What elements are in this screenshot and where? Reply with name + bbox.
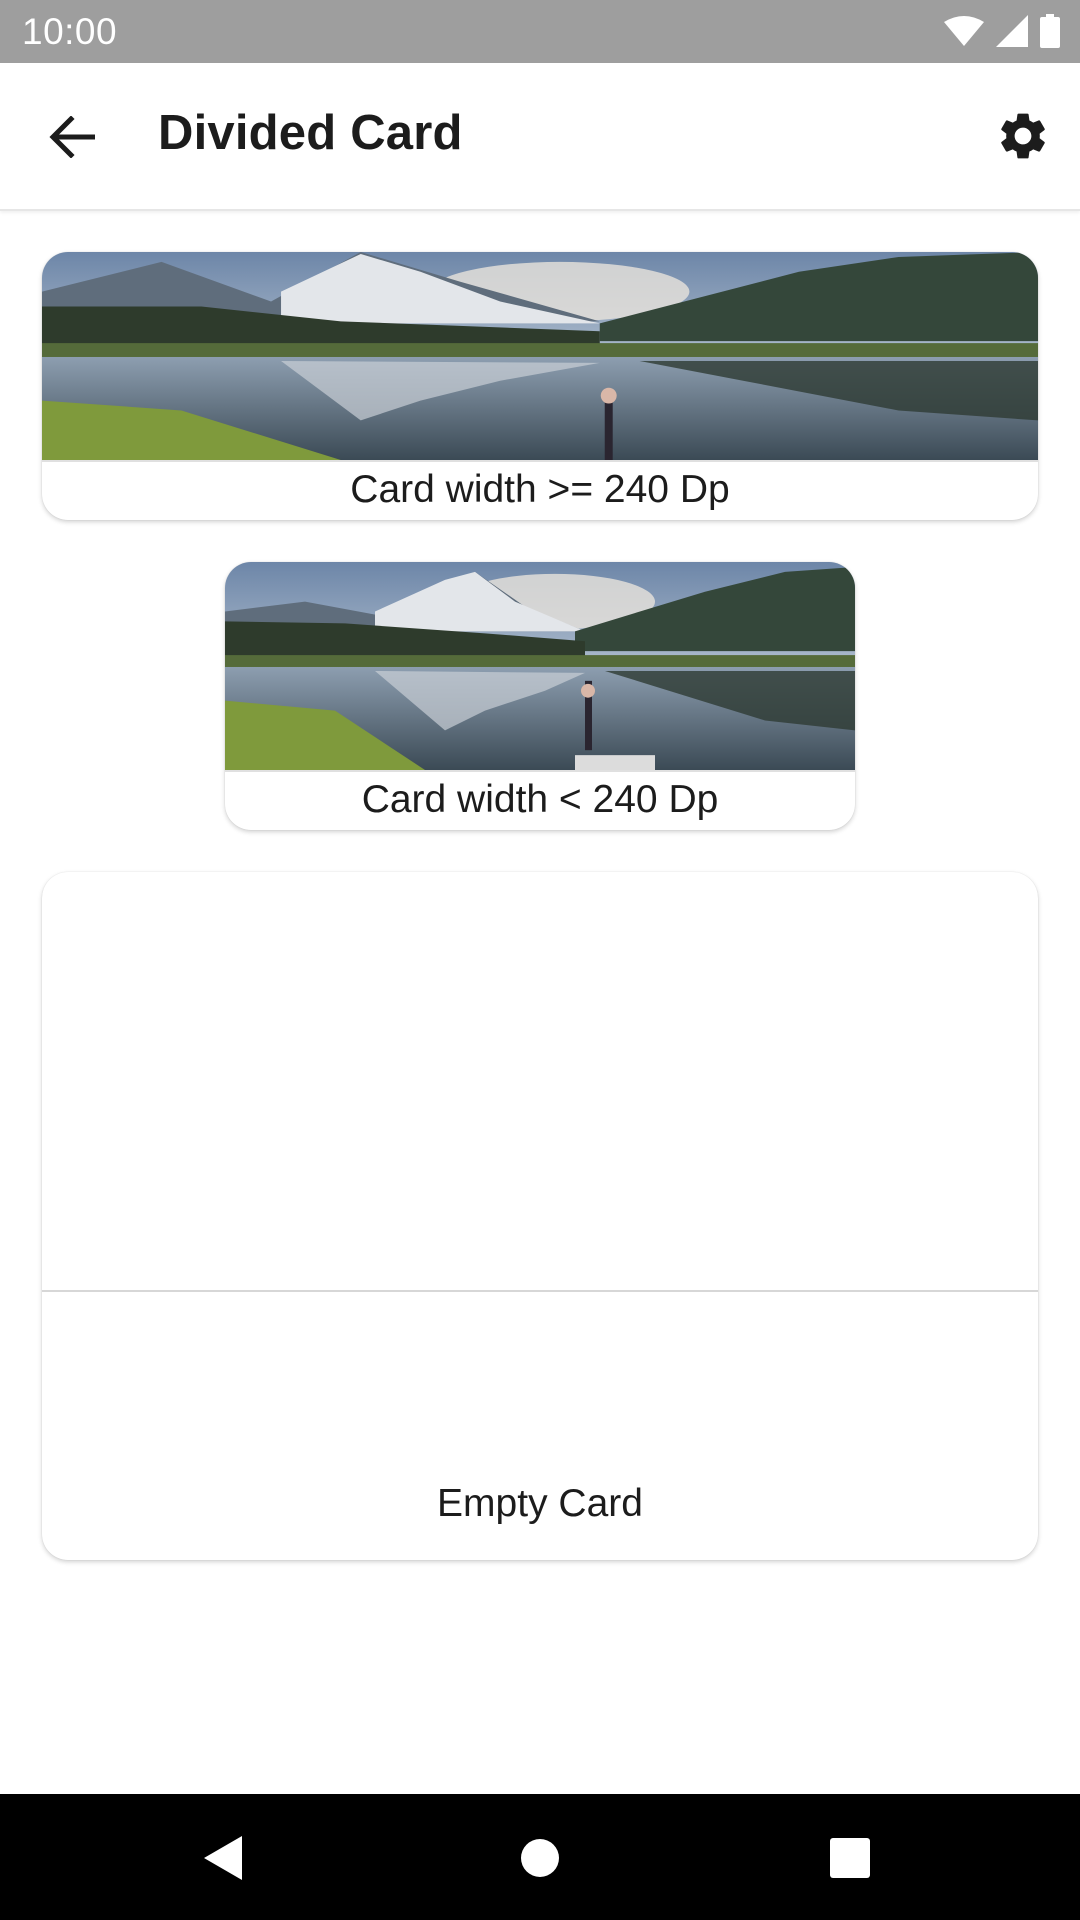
status-time: 10:00 xyxy=(22,11,118,52)
card-empty[interactable]: Empty Card xyxy=(42,872,1038,1560)
nav-home-circle-icon xyxy=(521,1839,559,1877)
card-empty-content-area xyxy=(42,872,1038,1292)
arrow-back-icon xyxy=(49,116,95,158)
card-image-landscape xyxy=(42,252,1038,462)
status-icons xyxy=(944,14,1060,48)
gear-icon xyxy=(1001,113,1045,159)
nav-home-button[interactable] xyxy=(508,1826,572,1890)
wifi-icon xyxy=(944,16,984,46)
mountain-lake-photo xyxy=(225,562,855,770)
status-bar: 10:00 xyxy=(0,0,1080,63)
page-title: Divided Card xyxy=(158,106,463,160)
card-caption: Card width >= 240 Dp xyxy=(350,468,730,511)
battery-icon xyxy=(1040,14,1060,48)
card-image-landscape xyxy=(225,562,855,772)
back-button[interactable] xyxy=(40,107,106,167)
nav-back-triangle-icon xyxy=(204,1836,242,1880)
app-bar: Divided Card xyxy=(0,63,1080,211)
mountain-lake-photo xyxy=(42,252,1038,460)
card-caption: Empty Card xyxy=(437,1482,643,1525)
cellular-signal-icon xyxy=(996,15,1028,47)
navigation-bar xyxy=(0,1794,1080,1920)
card-caption: Card width < 240 Dp xyxy=(361,778,719,821)
nav-recents-button[interactable] xyxy=(818,1826,882,1890)
nav-recents-square-icon xyxy=(830,1838,870,1878)
card-wide[interactable]: Card width >= 240 Dp xyxy=(42,252,1038,520)
settings-button[interactable] xyxy=(990,103,1056,169)
nav-back-button[interactable] xyxy=(192,1826,256,1890)
card-narrow[interactable]: Card width < 240 Dp xyxy=(225,562,855,830)
